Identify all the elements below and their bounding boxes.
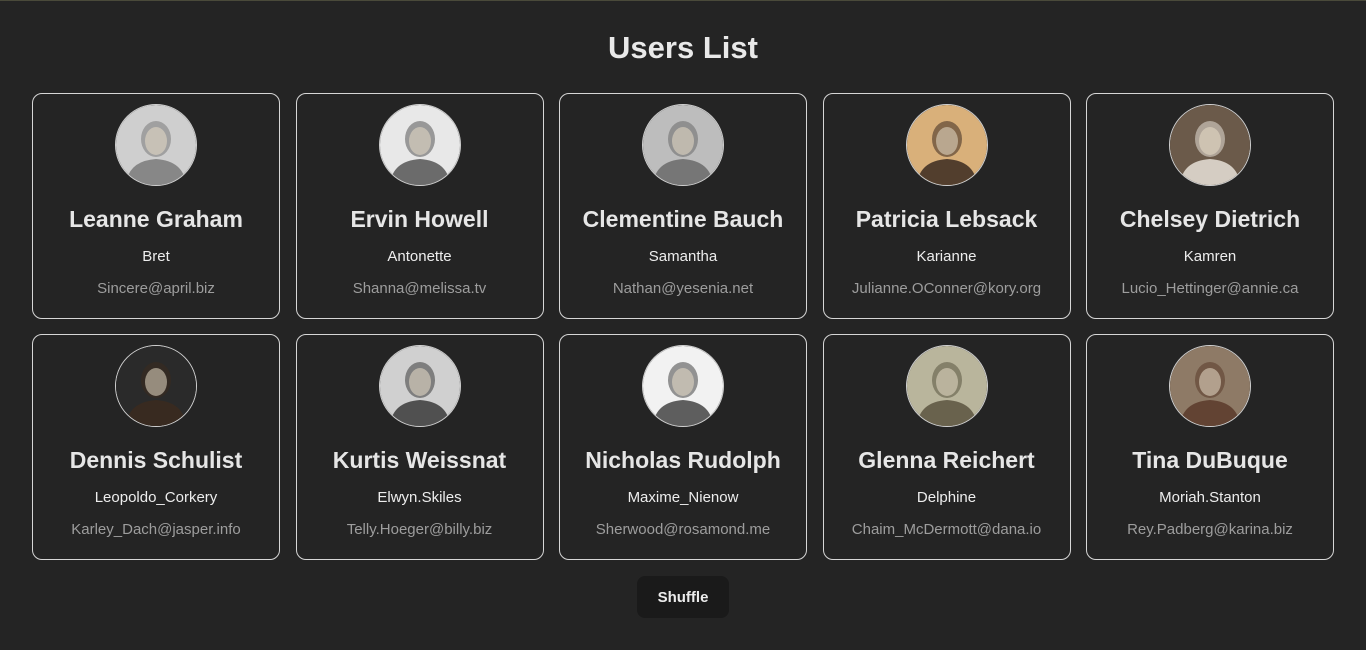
user-email: Lucio_Hettinger@annie.ca (1121, 280, 1299, 297)
user-email: Julianne.OConner@kory.org (851, 280, 1042, 297)
user-email: Rey.Padberg@karina.biz (1127, 521, 1293, 538)
user-name: Ervin Howell (350, 206, 489, 232)
user-card: Leanne Graham Bret Sincere@april.biz (32, 93, 280, 319)
user-card: Ervin Howell Antonette Shanna@melissa.tv (295, 93, 544, 319)
user-card: Patricia Lebsack Karianne Julianne.OConner… (822, 93, 1071, 319)
user-avatar (1169, 345, 1251, 427)
user-avatar (115, 345, 197, 427)
user-username: Bret (142, 248, 170, 265)
user-card: Tina DuBuque Moriah.Stanton Rey.Padberg@ka… (1086, 334, 1334, 560)
user-avatar (115, 104, 197, 186)
user-name: Clementine Bauch (582, 206, 784, 232)
user-email: Karley_Dach@jasper.info (71, 521, 241, 538)
user-email: Telly.Hoeger@billy.biz (346, 521, 493, 538)
user-email: Sherwood@rosamond.me (595, 521, 771, 538)
user-card: Glenna Reichert Delphine Chaim_McDermott@d… (822, 334, 1071, 560)
user-username: Samantha (648, 248, 718, 265)
user-name: Glenna Reichert (858, 447, 1035, 473)
user-username: Karianne (916, 248, 977, 265)
shuffle-button[interactable]: Shuffle (637, 576, 729, 618)
user-name: Tina DuBuque (1132, 447, 1288, 473)
user-username: Kamren (1183, 248, 1237, 265)
user-name: Nicholas Rudolph (585, 447, 781, 473)
user-username: Moriah.Stanton (1159, 489, 1261, 506)
user-avatar (642, 104, 724, 186)
user-card: Chelsey Dietrich Kamren Lucio_Hettinger@an… (1086, 93, 1334, 319)
user-email: Chaim_McDermott@dana.io (851, 521, 1042, 538)
user-username: Elwyn.Skiles (377, 489, 462, 506)
user-card: Dennis Schulist Leopoldo_Corkery Karley_Da… (32, 334, 280, 560)
user-username: Maxime_Nienow (627, 489, 739, 506)
user-grid: Leanne Graham Bret Sincere@april.biz Ervin … (32, 93, 1334, 560)
user-card: Nicholas Rudolph Maxime_Nienow Sherwood@ro… (559, 334, 807, 560)
user-name: Chelsey Dietrich (1119, 206, 1301, 232)
user-avatar (378, 104, 461, 186)
user-username: Delphine (916, 489, 977, 506)
page-title: Users List (608, 30, 758, 65)
user-name: Leanne Graham (69, 206, 243, 232)
user-email: Sincere@april.biz (97, 280, 215, 297)
users-page: Users List Leanne Graham Bret Sincere@apri… (0, 0, 1366, 650)
user-username: Antonette (387, 248, 452, 265)
user-card: Kurtis Weissnat Elwyn.Skiles Telly.Hoeger@… (295, 334, 544, 560)
user-email: Shanna@melissa.tv (352, 280, 487, 297)
user-avatar (642, 345, 724, 427)
user-email: Nathan@yesenia.net (612, 280, 754, 297)
user-avatar (378, 345, 461, 427)
user-avatar (905, 345, 988, 427)
user-avatar (1169, 104, 1251, 186)
user-avatar (905, 104, 988, 186)
user-name: Kurtis Weissnat (332, 447, 507, 473)
user-card: Clementine Bauch Samantha Nathan@yesenia.n… (559, 93, 807, 319)
user-name: Dennis Schulist (69, 447, 243, 473)
user-name: Patricia Lebsack (855, 206, 1038, 232)
user-username: Leopoldo_Corkery (94, 489, 218, 506)
